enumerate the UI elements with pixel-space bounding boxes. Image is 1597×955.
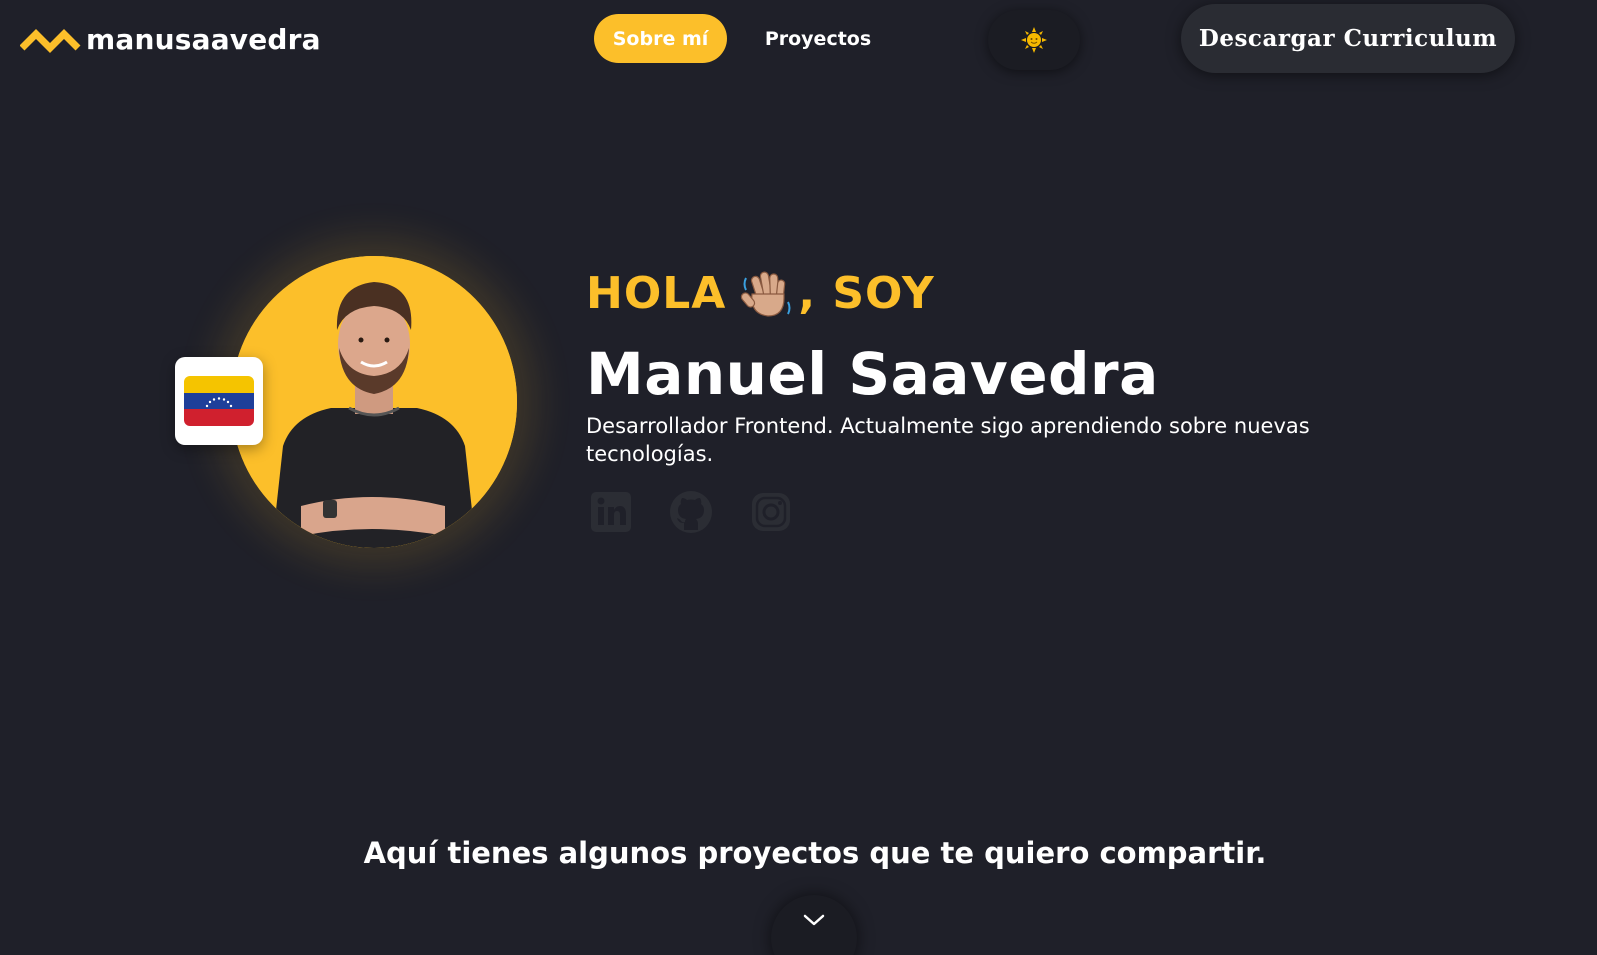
logo-mark-icon [20,29,81,53]
projects-prompt: Aquí tienes algunos proyectos que te qui… [363,836,1267,870]
linkedin-icon[interactable] [589,490,633,534]
theme-toggle-button[interactable] [988,10,1080,70]
portfolio-page: manusaavedra Sobre mí Proyectos Descarga… [0,0,1597,955]
hero-name: Manuel Saavedra [586,340,1159,408]
chevron-down-icon [803,914,825,926]
logo-text: manusaavedra [86,22,321,56]
waving-hand-icon [741,271,791,317]
hero-tagline: Desarrollador Frontend. Actualmente sigo… [586,414,1310,466]
profile-photo [231,256,517,548]
country-flag-card [175,357,263,445]
social-links [589,490,793,534]
sun-icon [1021,27,1047,53]
profile-avatar [231,256,517,548]
instagram-icon[interactable] [749,490,793,534]
scroll-down-button[interactable] [771,895,857,955]
hero-greeting: HOLA , SOY [586,266,935,320]
greeting-prefix: HOLA [586,267,727,319]
venezuela-flag-icon [184,376,254,426]
nav-sobre-mi[interactable]: Sobre mí [594,14,727,63]
download-cv-button[interactable]: Descargar Curriculum [1181,4,1515,73]
github-icon[interactable] [669,490,713,534]
site-logo[interactable]: manusaavedra [20,22,321,56]
greeting-suffix: , SOY [798,267,935,319]
nav-proyectos[interactable]: Proyectos [743,14,893,63]
